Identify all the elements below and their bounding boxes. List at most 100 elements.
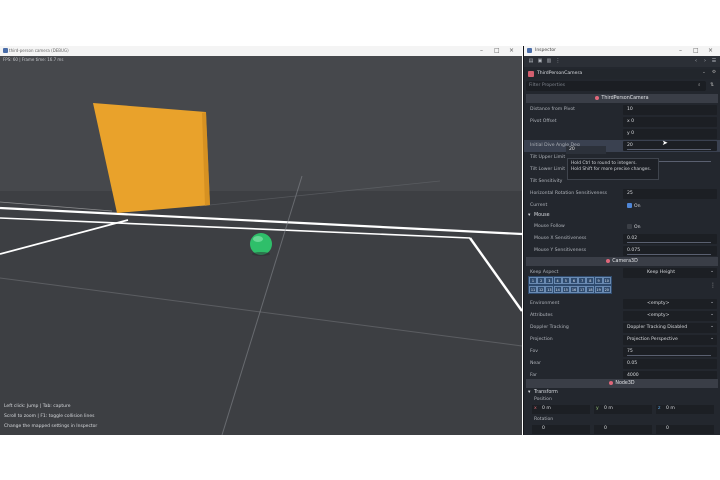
node3d-icon <box>609 380 614 385</box>
prop-value-field[interactable]: 25 <box>623 189 717 199</box>
prop-mouse-follow[interactable]: Mouse Follow On <box>524 221 720 233</box>
current-checkbox[interactable] <box>627 203 632 208</box>
prop-doppler-tracking[interactable]: Doppler Tracking Doppler Tracking Disabl… <box>524 322 720 334</box>
position-z-field[interactable]: z 0 m <box>656 405 714 414</box>
rotation-x-field[interactable]: 0 <box>532 425 590 434</box>
cull-layer-17[interactable]: 17 <box>578 285 587 293</box>
object-menu-icon[interactable]: ⚙ <box>712 70 716 75</box>
cull-layer-2[interactable]: 2 <box>537 277 546 284</box>
cull-layer-11[interactable]: 11 <box>529 285 537 293</box>
prop-fov[interactable]: Fov 75 <box>524 346 720 358</box>
prop-near[interactable]: Near 0.05 <box>524 358 720 370</box>
cull-mask-grid[interactable]: 1 2 3 4 5 6 7 8 9 10 11 12 13 14 15 16 17 18 19 20 <box>528 276 612 294</box>
history-back-icon[interactable]: ‹ <box>693 58 699 64</box>
history-list-icon[interactable]: ☰ <box>711 58 717 64</box>
section-third-person-camera[interactable]: ThirdPersonCamera <box>526 94 718 103</box>
prop-initial-dive-angle[interactable]: Initial Dive Angle Deg 20 <box>524 140 720 152</box>
prop-environment[interactable]: Environment <empty> ⌄ <box>524 298 720 310</box>
sort-icon[interactable]: ⇅ <box>710 82 714 88</box>
cull-layer-4[interactable]: 4 <box>553 277 562 284</box>
search-icon: ⌕ <box>698 83 701 88</box>
value-slider[interactable] <box>627 355 711 356</box>
cull-layer-16[interactable]: 16 <box>570 285 578 293</box>
prop-value-field[interactable]: 10 <box>623 105 717 115</box>
position-x-field[interactable]: x 0 m <box>532 405 590 414</box>
cull-layer-6[interactable]: 6 <box>570 277 578 284</box>
cull-layer-19[interactable]: 19 <box>594 285 603 293</box>
object-selector[interactable]: ThirdPersonCamera ⌄ ⚙ <box>524 69 720 79</box>
game-viewport[interactable]: FPS: 60 | Frame time: 16.7 ms Left click… <box>0 56 522 435</box>
value-slider[interactable] <box>627 242 711 243</box>
group-mouse[interactable]: ▾ Mouse <box>526 212 718 221</box>
section-title: Camera3D <box>612 259 638 264</box>
prop-dropdown[interactable]: Doppler Tracking Disabled ⌄ <box>623 323 717 333</box>
close-icon[interactable]: × <box>509 47 514 55</box>
section-node3d[interactable]: Node3D <box>526 379 718 388</box>
filter-properties-input[interactable]: Filter Properties ⌕ <box>526 81 706 91</box>
prop-mouse-y-sensitiveness[interactable]: Mouse Y Sensitiveness 0.075 <box>524 245 720 257</box>
rotation-y-field[interactable]: 0 <box>594 425 652 434</box>
prop-value-field[interactable]: 75 <box>623 347 717 357</box>
cull-layer-8[interactable]: 8 <box>586 277 595 284</box>
prop-mouse-x-sensitiveness[interactable]: Mouse X Sensitiveness 0.02 <box>524 233 720 245</box>
fps-readout: FPS: 60 | Frame time: 16.7 ms <box>3 57 64 62</box>
position-y-field[interactable]: y 0 m <box>594 405 652 414</box>
prop-resource-picker[interactable]: <empty> ⌄ <box>623 299 717 309</box>
mouse-follow-checkbox[interactable] <box>627 224 632 229</box>
cull-layer-14[interactable]: 14 <box>553 285 562 293</box>
rotation-z-field[interactable]: 0 <box>656 425 714 434</box>
dropdown-arrow-icon: ⌄ <box>710 324 714 329</box>
minimize-icon[interactable]: – <box>679 47 682 55</box>
cull-mask-menu-icon[interactable]: ⋮ <box>710 282 716 289</box>
prop-value-field[interactable]: 0.05 <box>623 359 717 369</box>
prop-value: Doppler Tracking Disabled <box>627 325 688 330</box>
prop-pivot-offset-x[interactable]: Pivot Offset x 0 <box>524 116 720 128</box>
prop-distance-from-pivot[interactable]: Distance from Pivot 10 <box>524 104 720 116</box>
prop-value-field[interactable]: 20 <box>623 141 717 151</box>
prop-projection[interactable]: Projection Projection Perspective ⌄ <box>524 334 720 346</box>
new-resource-icon[interactable]: ▤ <box>528 58 534 64</box>
prop-dropdown[interactable]: Keep Height ⌄ <box>623 268 717 278</box>
cull-layer-9[interactable]: 9 <box>594 277 603 284</box>
prop-value: <empty> <box>647 313 670 318</box>
prop-value: 0.075 <box>627 248 641 253</box>
cull-layer-7[interactable]: 7 <box>578 277 587 284</box>
cull-layer-20[interactable]: 20 <box>602 285 611 293</box>
more-options-icon[interactable]: ⋮ <box>555 58 561 64</box>
game-window-title: third-person camera (DEBUG) <box>9 48 69 53</box>
prop-horizontal-rotation[interactable]: Horizontal Rotation Sensitiveness 25 <box>524 188 720 200</box>
value-slider[interactable] <box>627 149 711 150</box>
prop-value-field[interactable]: x 0 <box>623 117 717 127</box>
prop-value-field[interactable]: 0.02 <box>623 234 717 244</box>
cull-layer-1[interactable]: 1 <box>529 277 537 284</box>
maximize-icon[interactable]: □ <box>494 47 500 55</box>
cull-layer-12[interactable]: 12 <box>537 285 546 293</box>
close-icon[interactable]: × <box>708 47 713 55</box>
cull-layer-3[interactable]: 3 <box>545 277 554 284</box>
cull-layer-15[interactable]: 15 <box>561 285 570 293</box>
minimize-icon[interactable]: – <box>480 47 483 55</box>
value-slider[interactable] <box>627 254 711 255</box>
prop-value-field[interactable]: On <box>623 222 717 232</box>
prop-value-field[interactable]: 0.075 <box>623 246 717 256</box>
prop-current[interactable]: Current On <box>524 200 720 212</box>
group-transform[interactable]: ▾ Transform <box>526 389 718 398</box>
godot-app-icon <box>3 48 8 53</box>
cull-layer-18[interactable]: 18 <box>586 285 595 293</box>
cull-layer-13[interactable]: 13 <box>545 285 554 293</box>
prop-attributes[interactable]: Attributes <empty> ⌄ <box>524 310 720 322</box>
history-forward-icon[interactable]: › <box>702 58 708 64</box>
prop-value-field[interactable]: On <box>623 201 717 211</box>
cull-layer-5[interactable]: 5 <box>561 277 570 284</box>
prop-dropdown[interactable]: Projection Perspective ⌄ <box>623 335 717 345</box>
object-dropdown-icon[interactable]: ⌄ <box>702 70 706 75</box>
cull-layer-10[interactable]: 10 <box>602 277 611 284</box>
maximize-icon[interactable]: □ <box>693 47 699 55</box>
section-camera3d[interactable]: Camera3D <box>526 257 718 266</box>
prop-resource-picker[interactable]: <empty> ⌄ <box>623 311 717 321</box>
prop-pivot-offset-y[interactable]: y 0 <box>524 128 720 140</box>
prop-value-field[interactable]: y 0 <box>623 129 717 139</box>
rotation-y-value: 0 <box>604 426 607 431</box>
open-resource-icon[interactable]: ▣ <box>537 58 543 64</box>
save-icon[interactable]: ▥ <box>546 58 552 64</box>
